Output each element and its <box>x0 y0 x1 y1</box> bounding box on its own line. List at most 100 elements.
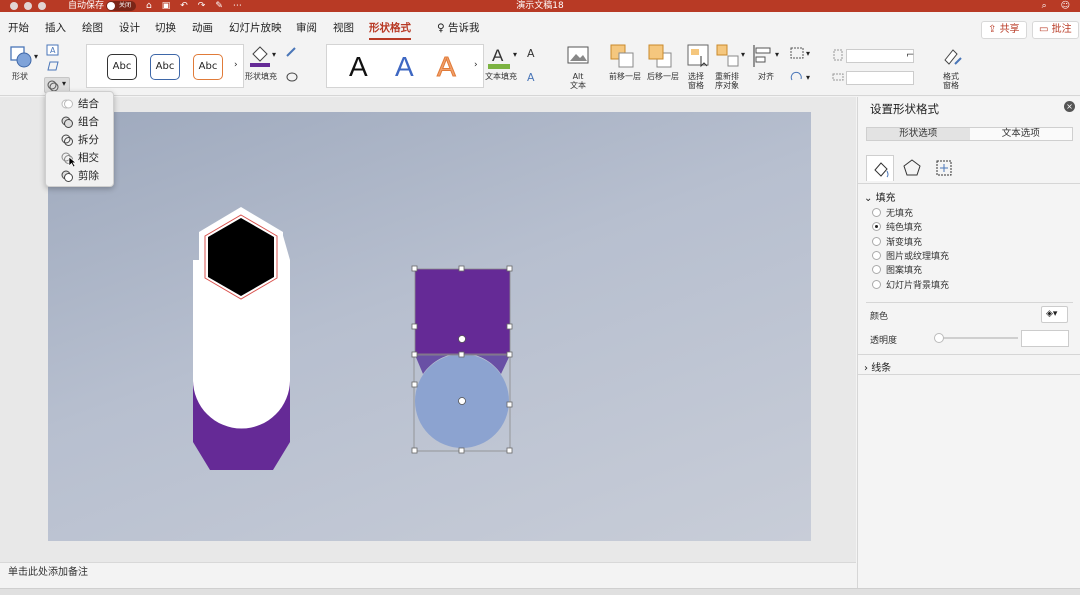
fill-option-1[interactable]: 纯色填充 <box>872 222 922 234</box>
fill-option-0[interactable]: 无填充 <box>872 208 913 220</box>
menu-item-combine[interactable]: 组合 <box>46 113 113 131</box>
comment-button[interactable]: ▭ 批注 <box>1032 21 1079 39</box>
text-outline-icon[interactable]: A <box>525 46 539 60</box>
ribbon-tabs: 开始 插入 绘图 设计 切换 动画 幻灯片放映 审阅 视图 形状格式 ♀ 告诉我 <box>0 14 1080 40</box>
tab-text-options[interactable]: 文本选项 <box>970 128 1073 140</box>
fill-option-2[interactable]: 渐变填充 <box>872 236 922 249</box>
text-effects-icon[interactable]: A <box>525 70 539 84</box>
align-icon[interactable] <box>752 44 774 68</box>
radio-button[interactable] <box>872 279 881 289</box>
line-section-header[interactable]: › 线条 <box>864 359 891 374</box>
width-input[interactable] <box>846 71 914 85</box>
slide-canvas[interactable] <box>48 112 811 541</box>
tab-7[interactable]: 审阅 <box>296 20 317 35</box>
radio-button[interactable] <box>872 208 881 217</box>
radio-button[interactable] <box>872 222 881 232</box>
text-fill-icon[interactable]: A <box>487 44 511 70</box>
shape-style-gallery: Abc Abc Abc <box>86 44 244 88</box>
transparency-input[interactable] <box>1021 330 1069 347</box>
color-picker-button[interactable]: ◈▾ <box>1041 306 1068 323</box>
size-grid-icon <box>936 160 952 176</box>
badge-shape-group[interactable] <box>193 207 290 470</box>
chevron-right-icon[interactable]: › <box>474 60 478 70</box>
shape-outline-icon[interactable] <box>285 46 299 58</box>
width-icon <box>832 73 844 81</box>
tab-5[interactable]: 动画 <box>192 20 213 35</box>
close-icon[interactable]: × <box>1064 101 1075 112</box>
shapes-icon[interactable] <box>10 46 32 68</box>
selection-pane-label: 选择 <box>688 72 704 81</box>
fill-option-4[interactable]: 图案填充 <box>872 265 922 277</box>
chevron-down-icon[interactable]: ▾ <box>272 50 276 59</box>
share-button[interactable]: ⇪ 共享 <box>981 21 1027 39</box>
size-properties-tab[interactable] <box>930 155 958 181</box>
tab-9[interactable]: 形状格式 <box>369 20 411 40</box>
fill-line-tab[interactable] <box>866 155 894 181</box>
fill-option-3[interactable]: 图片或纹理填充 <box>872 250 949 263</box>
transparency-slider-thumb[interactable] <box>934 333 944 343</box>
fill-option-5[interactable]: 幻灯片背景填充 <box>872 279 949 292</box>
chevron-right-icon[interactable]: › <box>234 60 238 70</box>
shape-style-2[interactable]: Abc <box>150 54 180 80</box>
edit-shape-icon[interactable] <box>46 60 60 72</box>
notes-area[interactable]: 单击此处添加备注 <box>0 562 856 582</box>
shape-fill-label: 形状填充 <box>245 72 277 81</box>
send-backward-icon[interactable] <box>648 44 674 68</box>
height-input[interactable] <box>846 49 914 63</box>
menu-item-fragment[interactable]: 拆分 <box>46 131 113 149</box>
shape-fill-icon[interactable] <box>249 44 271 68</box>
bring-forward-icon[interactable] <box>610 44 636 68</box>
chevron-down-icon[interactable]: ▾ <box>741 50 745 59</box>
shape-style-1[interactable]: Abc <box>107 54 137 80</box>
menu-item-subtract[interactable]: 剪除 <box>46 167 113 185</box>
chevron-down-icon[interactable]: ▾ <box>513 50 517 59</box>
alt-text-icon[interactable] <box>567 46 589 66</box>
tab-1[interactable]: 插入 <box>45 20 66 35</box>
tab-0[interactable]: 开始 <box>8 20 29 35</box>
pane-tab-switch: 形状选项 文本选项 <box>866 127 1073 141</box>
radio-button[interactable] <box>872 236 881 246</box>
wordart-style-3[interactable]: A <box>437 51 457 83</box>
chevron-down-icon[interactable]: ▾ <box>34 52 38 61</box>
svg-text:A: A <box>527 47 535 60</box>
selection-pane-icon[interactable] <box>687 44 709 68</box>
selected-shapes-group[interactable] <box>411 265 513 454</box>
lock-aspect-icon[interactable]: ⌐ <box>906 50 914 61</box>
format-pane-label: 格式 <box>943 72 959 81</box>
text-fill-label: 文本填充 <box>485 72 517 81</box>
text-box-icon[interactable]: A <box>46 44 60 56</box>
menu-item-intersect[interactable]: 相交 <box>46 149 113 168</box>
subtract-icon <box>61 170 73 182</box>
svg-text:A: A <box>527 71 535 84</box>
wordart-style-1[interactable]: A <box>349 51 368 83</box>
chevron-down-icon[interactable]: ▾ <box>806 73 810 82</box>
transparency-label: 透明度 <box>870 336 898 346</box>
chevron-down-icon: ▾ <box>62 79 67 88</box>
fill-section-header[interactable]: ⌄ 填充 <box>864 189 896 204</box>
union-icon <box>61 99 73 109</box>
tab-6[interactable]: 幻灯片放映 <box>229 20 282 35</box>
shape-style-3[interactable]: Abc <box>193 54 223 80</box>
radio-button[interactable] <box>872 265 881 275</box>
search-icon[interactable]: ⌕ <box>1042 0 1047 12</box>
format-pane-icon[interactable] <box>941 46 963 68</box>
chevron-down-icon[interactable]: ▾ <box>806 49 810 58</box>
radio-button[interactable] <box>872 250 881 260</box>
tab-shape-options[interactable]: 形状选项 <box>867 128 970 140</box>
reorder-objects-icon[interactable] <box>716 44 740 68</box>
wordart-style-2[interactable]: A <box>395 51 414 83</box>
group-icon[interactable] <box>789 46 805 60</box>
tab-3[interactable]: 设计 <box>119 20 140 35</box>
effects-tab[interactable] <box>898 155 926 181</box>
tab-10[interactable]: ♀ 告诉我 <box>437 20 480 35</box>
tab-2[interactable]: 绘图 <box>82 20 103 35</box>
rotate-icon[interactable] <box>789 70 805 84</box>
tab-8[interactable]: 视图 <box>333 20 354 35</box>
tab-4[interactable]: 切换 <box>155 20 176 35</box>
status-bar <box>0 588 1080 595</box>
shape-effects-icon[interactable] <box>285 70 299 82</box>
chevron-down-icon[interactable]: ▾ <box>775 50 779 59</box>
menu-item-union[interactable]: 结合 <box>46 95 113 113</box>
transparency-slider[interactable] <box>936 337 1018 339</box>
account-icon[interactable]: ☺ <box>1061 0 1070 12</box>
